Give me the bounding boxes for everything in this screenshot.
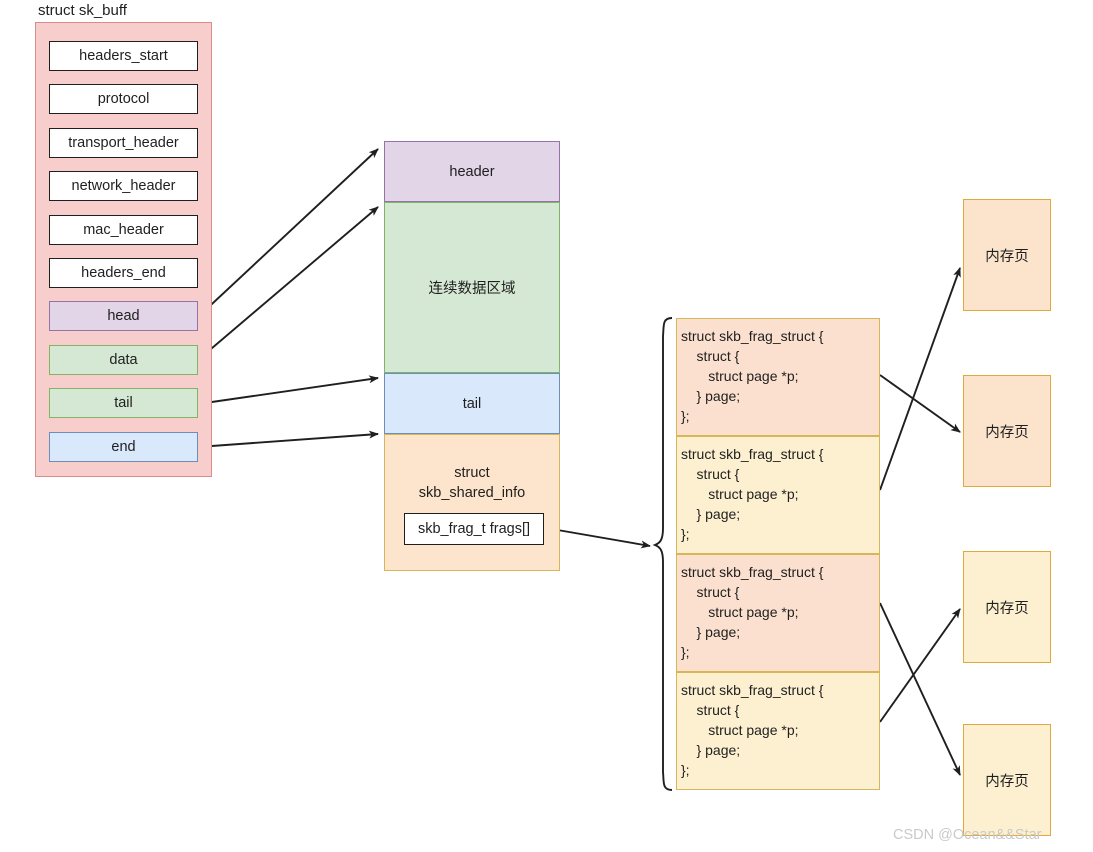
skbuff-title: struct sk_buff: [38, 2, 127, 19]
field-data[interactable]: data: [49, 345, 198, 375]
field-headers-end[interactable]: headers_end: [49, 258, 198, 288]
frag-struct-block[interactable]: struct skb_frag_struct { struct { struct…: [676, 554, 880, 672]
buffer-segment-data-region[interactable]: 连续数据区域: [384, 202, 560, 373]
memory-page[interactable]: 内存页: [963, 724, 1051, 836]
field-transport-header[interactable]: transport_header: [49, 128, 198, 158]
field-protocol[interactable]: protocol: [49, 84, 198, 114]
arrow-frag0-to-page1: [879, 374, 961, 433]
frag-list-brace: [652, 317, 673, 791]
field-tail[interactable]: tail: [49, 388, 198, 418]
arrow-frag3-to-page2: [879, 608, 961, 723]
buffer-segment-header[interactable]: header: [384, 141, 560, 202]
memory-page[interactable]: 内存页: [963, 199, 1051, 311]
arrow-data-to-dataregion: [197, 206, 379, 361]
field-head[interactable]: head: [49, 301, 198, 331]
field-mac-header[interactable]: mac_header: [49, 215, 198, 245]
buffer-segment-tail[interactable]: tail: [384, 373, 560, 434]
arrow-tail-to-tail: [197, 375, 379, 405]
arrow-frag1-to-page0: [879, 267, 961, 491]
shared-info-line2: skb_shared_info: [418, 485, 526, 501]
arrow-end-to-sharedinfo: [197, 430, 379, 448]
watermark: CSDN @Ocean&&Star: [893, 827, 1042, 843]
arrow-frags-to-fraglist: [545, 527, 651, 549]
memory-page[interactable]: 内存页: [963, 551, 1051, 663]
field-network-header[interactable]: network_header: [49, 171, 198, 201]
buffer-segment-shared-info[interactable]: struct skb_shared_info skb_frag_t frags[…: [384, 434, 560, 571]
arrow-frag2-to-page3: [879, 602, 961, 776]
field-end[interactable]: end: [49, 432, 198, 462]
skb-frag-array-box[interactable]: skb_frag_t frags[]: [404, 513, 544, 545]
field-headers-start[interactable]: headers_start: [49, 41, 198, 71]
shared-info-line1: struct: [454, 465, 490, 481]
frag-struct-block[interactable]: struct skb_frag_struct { struct { struct…: [676, 672, 880, 790]
frag-struct-block[interactable]: struct skb_frag_struct { struct { struct…: [676, 318, 880, 436]
frag-struct-block[interactable]: struct skb_frag_struct { struct { struct…: [676, 436, 880, 554]
arrow-head-to-header: [197, 148, 379, 318]
memory-page[interactable]: 内存页: [963, 375, 1051, 487]
